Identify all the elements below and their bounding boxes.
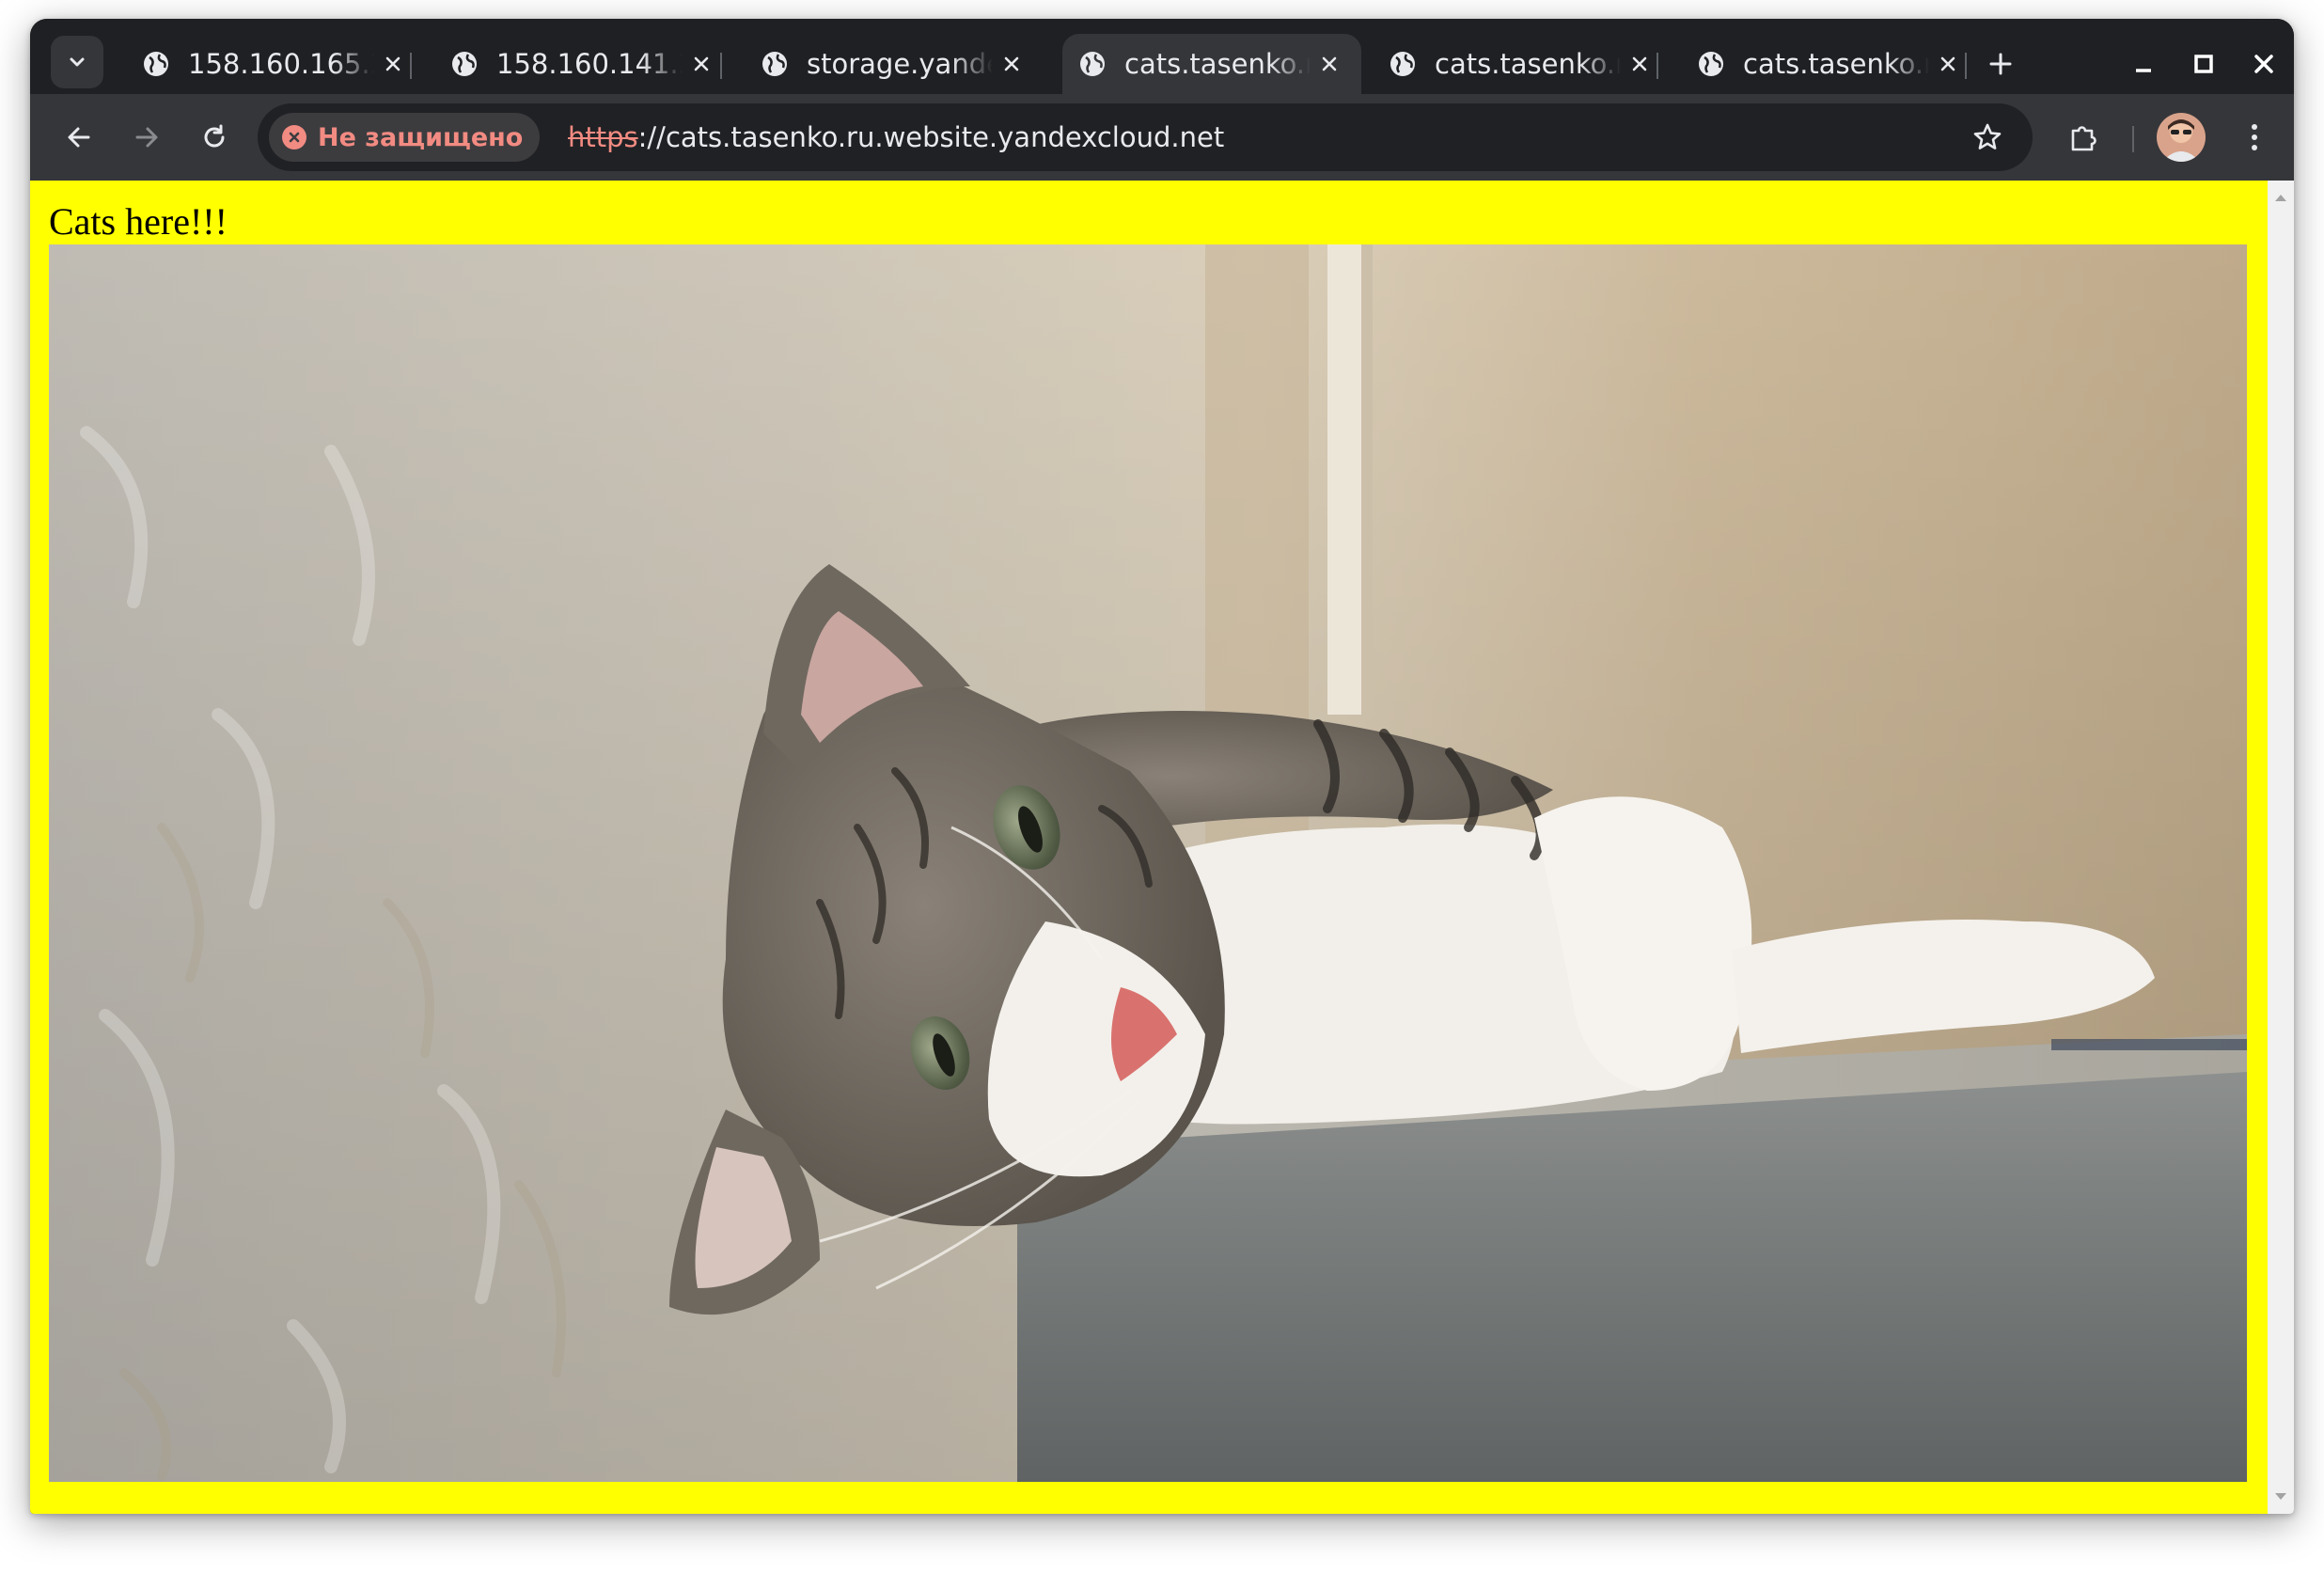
new-tab-button[interactable]: [1978, 41, 2023, 87]
close-icon: [385, 56, 400, 71]
minimize-button[interactable]: [2121, 41, 2166, 87]
arrow-right-icon: [135, 127, 158, 148]
tab-5[interactable]: cats.tasenko.r: [1373, 34, 1672, 94]
tab-close-button[interactable]: [1621, 45, 1658, 83]
close-icon: [1632, 56, 1647, 71]
globe-icon: [1080, 52, 1105, 76]
globe-icon: [762, 52, 787, 76]
tab-1[interactable]: 158.160.165.2: [126, 34, 425, 94]
tab-search-button[interactable]: [51, 36, 103, 88]
globe-icon: [1699, 52, 1723, 76]
tab-title: 158.160.165.2: [188, 48, 374, 80]
address-bar[interactable]: Не защищено https://cats.tasenko.ru.webs…: [258, 103, 2033, 171]
back-button[interactable]: [56, 115, 102, 160]
close-icon: [1004, 56, 1019, 71]
close-icon: [1322, 56, 1337, 71]
toolbar: Не защищено https://cats.tasenko.ru.webs…: [30, 94, 2294, 181]
minimize-icon: [2136, 69, 2151, 72]
tab-title: storage.yande: [807, 48, 993, 80]
tab-3[interactable]: storage.yande: [745, 34, 1044, 94]
tab-title: cats.tasenko.r: [1435, 48, 1621, 80]
kebab-menu-icon: [2252, 124, 2257, 150]
tab-2[interactable]: 158.160.141.2: [434, 34, 733, 94]
tab-4-active[interactable]: cats.tasenko.r: [1062, 34, 1361, 94]
close-icon: [1940, 56, 1955, 71]
globe-icon: [1390, 52, 1415, 76]
tab-title: cats.tasenko.r: [1124, 48, 1311, 80]
error-circle-icon: [282, 125, 306, 150]
plus-icon: [1989, 53, 2012, 75]
bookmark-button[interactable]: [1965, 115, 2010, 160]
maximize-button[interactable]: [2181, 41, 2226, 87]
forward-button[interactable]: [124, 115, 169, 160]
tab-strip: 158.160.165.2 158.160.141.2 storage.yand…: [30, 19, 2294, 94]
chevron-down-icon: [70, 57, 85, 67]
close-window-button[interactable]: [2241, 41, 2286, 87]
url-scheme: https: [568, 121, 638, 153]
star-icon: [1973, 123, 2002, 150]
arrow-left-icon: [68, 127, 90, 148]
scroll-up-arrow[interactable]: [2268, 184, 2294, 211]
security-label: Не защищено: [318, 122, 524, 152]
page-heading: Cats here!!!: [49, 200, 228, 243]
tab-close-button[interactable]: [1929, 45, 1967, 83]
tab-close-button[interactable]: [683, 45, 720, 83]
tab-6[interactable]: cats.tasenko.r: [1681, 34, 1980, 94]
page-scrollbar[interactable]: [2268, 181, 2294, 1514]
security-indicator[interactable]: Не защищено: [269, 113, 541, 162]
tab-title: 158.160.141.2: [496, 48, 683, 80]
cat-photo: [49, 244, 2247, 1482]
tab-separator: [720, 53, 722, 79]
browser-menu-button[interactable]: [2232, 115, 2277, 160]
globe-icon: [144, 52, 168, 76]
globe-icon: [452, 52, 477, 76]
reload-button[interactable]: [192, 115, 237, 160]
maximize-icon: [2194, 55, 2213, 73]
browser-window: 158.160.165.2 158.160.141.2 storage.yand…: [30, 19, 2294, 1514]
puzzle-icon: [2071, 126, 2096, 151]
tab-separator: [410, 53, 412, 79]
close-icon: [694, 56, 709, 71]
profile-avatar[interactable]: [2157, 113, 2206, 162]
reload-icon: [204, 124, 225, 148]
url-text[interactable]: https://cats.tasenko.ru.website.yandexcl…: [568, 103, 1224, 171]
tab-close-button[interactable]: [374, 45, 412, 83]
extensions-button[interactable]: [2061, 115, 2106, 160]
triangle-up-icon: [2275, 195, 2286, 201]
toolbar-separator: [2132, 126, 2134, 152]
tab-close-button[interactable]: [1311, 45, 1348, 83]
scroll-down-arrow[interactable]: [2268, 1484, 2294, 1510]
tab-close-button[interactable]: [993, 45, 1030, 83]
page-viewport: Cats here!!!: [30, 181, 2268, 1514]
url-rest: ://cats.tasenko.ru.website.yandexcloud.n…: [637, 121, 1225, 153]
close-icon: [2254, 55, 2273, 73]
tab-title: cats.tasenko.r: [1743, 48, 1929, 80]
tab-separator: [1657, 53, 1658, 79]
tab-separator: [1965, 53, 1967, 79]
triangle-down-icon: [2275, 1493, 2286, 1500]
